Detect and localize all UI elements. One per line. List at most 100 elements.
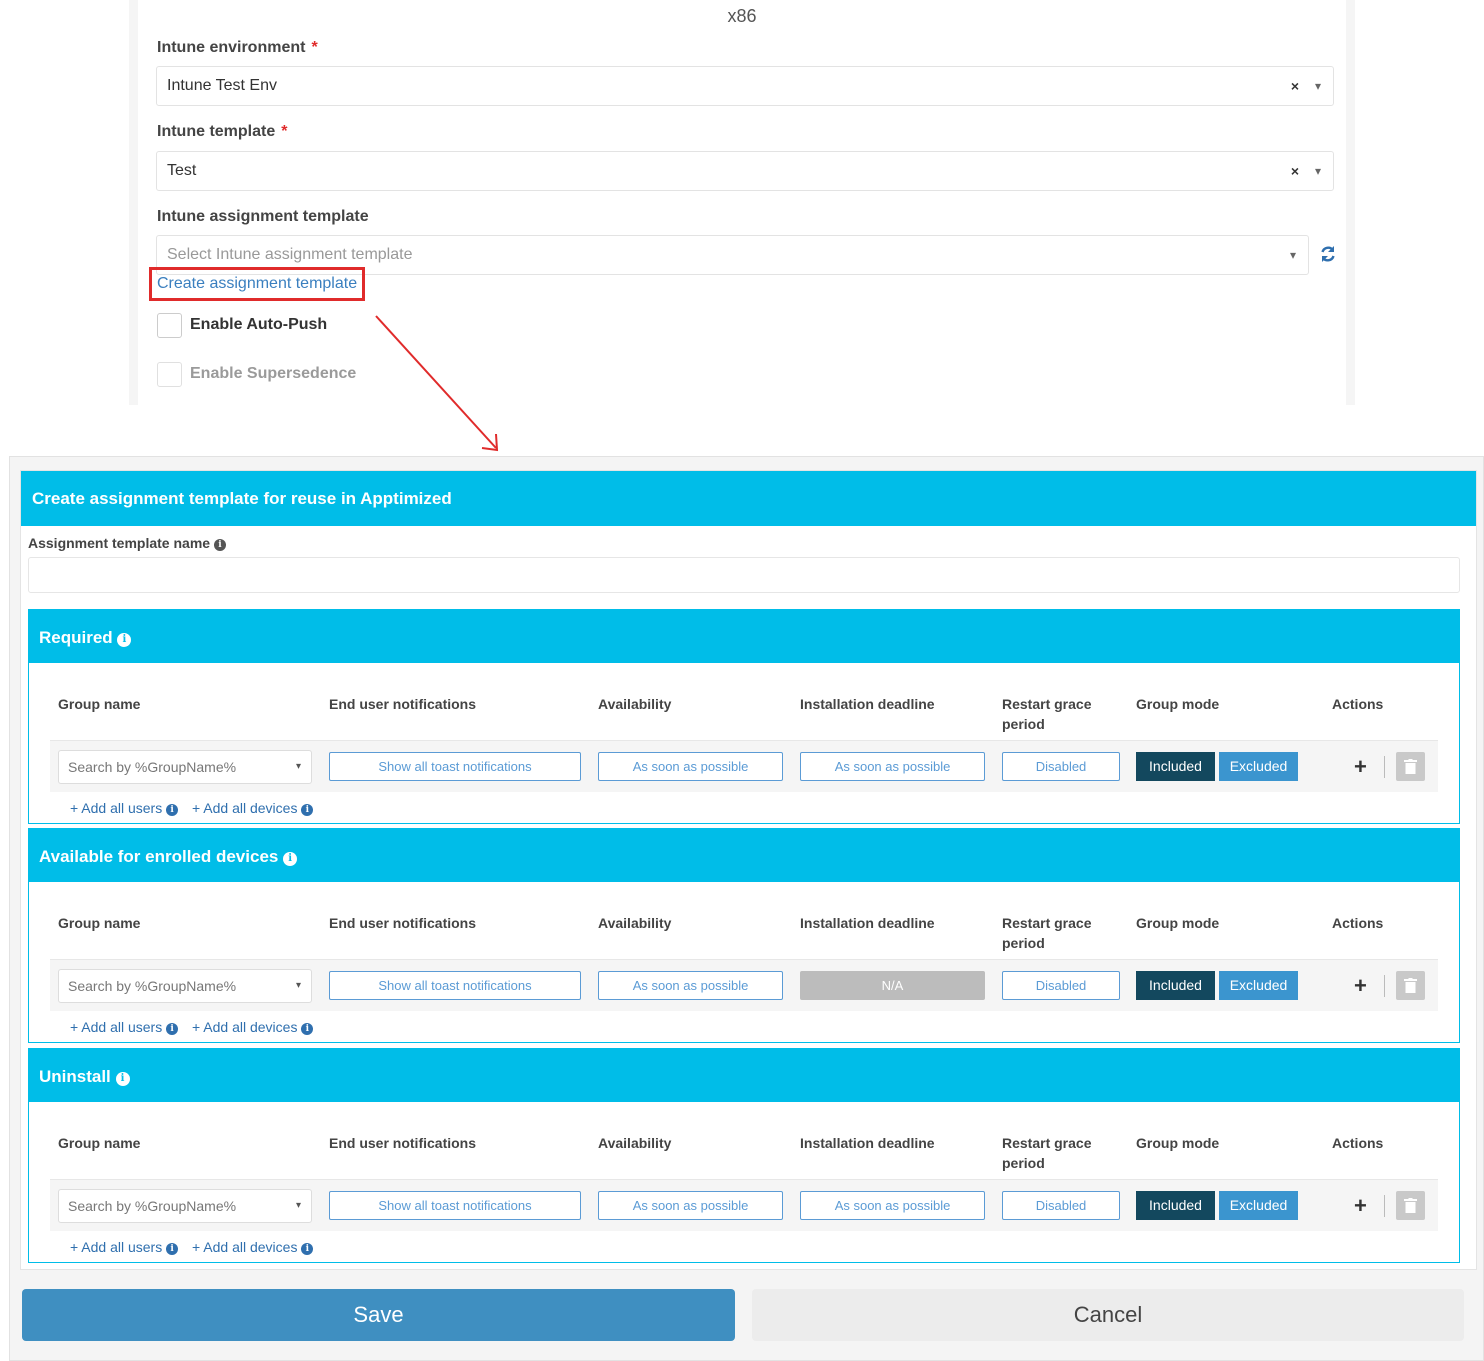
plus-icon[interactable]: + <box>1354 1191 1367 1220</box>
add-all-users-link[interactable]: + Add all users i <box>70 800 179 816</box>
required-marker: * <box>281 123 288 140</box>
cancel-button[interactable]: Cancel <box>752 1289 1464 1341</box>
info-icon[interactable]: i <box>301 1023 314 1035</box>
add-all-users-link[interactable]: + Add all users i <box>70 1239 179 1255</box>
restart-grace-button[interactable]: Disabled <box>1002 752 1120 781</box>
col-restart: Restart grace period <box>1002 915 1092 951</box>
col-notifications: End user notifications <box>329 696 477 712</box>
add-all-devices-text: + Add all devices <box>192 1239 298 1255</box>
env-select-value: Intune Test Env <box>167 77 277 94</box>
plus-icon[interactable]: + <box>1354 971 1367 1000</box>
top-form-panel: x86 Intune environment * Intune Test Env … <box>129 0 1355 405</box>
add-all-users-text: + Add all users <box>70 800 163 816</box>
restart-grace-button[interactable]: Disabled <box>1002 1191 1120 1220</box>
assignment-section: Available for enrolled devices i Group n… <box>28 828 1460 1043</box>
template-name-input[interactable] <box>28 557 1460 593</box>
included-button[interactable]: Included <box>1136 752 1215 781</box>
excluded-button[interactable]: Excluded <box>1219 971 1298 1000</box>
chevron-down-icon[interactable]: ▾ <box>296 970 301 1002</box>
info-icon[interactable]: i <box>301 1243 314 1255</box>
plus-icon[interactable]: + <box>1354 752 1367 781</box>
excluded-button[interactable]: Excluded <box>1219 752 1298 781</box>
dialog-title: Create assignment template for reuse in … <box>21 471 1476 526</box>
group-search-placeholder: Search by %GroupName% <box>68 1198 237 1214</box>
section-title: Available for enrolled devices i <box>29 829 1459 882</box>
info-icon[interactable]: i <box>115 1072 130 1086</box>
assignment-template-label: Intune assignment template <box>157 208 369 225</box>
excluded-button[interactable]: Excluded <box>1219 1191 1298 1220</box>
info-icon[interactable]: i <box>166 1243 179 1255</box>
add-all-devices-link[interactable]: + Add all devices i <box>192 1239 314 1255</box>
included-button[interactable]: Included <box>1136 1191 1215 1220</box>
deadline-button[interactable]: As soon as possible <box>800 752 985 781</box>
col-group-name: Group name <box>58 915 141 931</box>
col-actions: Actions <box>1332 1135 1384 1151</box>
info-icon[interactable]: i <box>213 539 226 551</box>
col-notifications: End user notifications <box>329 1135 477 1151</box>
col-availability: Availability <box>598 1135 672 1151</box>
template-name-label-text: Assignment template name <box>28 535 211 551</box>
info-icon[interactable]: i <box>166 804 179 816</box>
col-group-mode: Group mode <box>1136 1135 1220 1151</box>
delete-button[interactable] <box>1396 752 1425 781</box>
chevron-down-icon[interactable]: ▾ <box>1290 236 1296 274</box>
col-actions: Actions <box>1332 696 1384 712</box>
arrow-annotation <box>375 315 499 452</box>
supersedence-checkbox <box>157 362 182 387</box>
availability-button[interactable]: As soon as possible <box>598 752 783 781</box>
template-select[interactable]: Test × ▾ <box>156 151 1334 191</box>
restart-grace-button[interactable]: Disabled <box>1002 971 1120 1000</box>
env-select[interactable]: Intune Test Env × ▾ <box>156 66 1334 106</box>
refresh-icon[interactable] <box>1318 244 1338 264</box>
col-group-name: Group name <box>58 696 141 712</box>
notifications-button[interactable]: Show all toast notifications <box>329 971 581 1000</box>
group-search-select[interactable]: Search by %GroupName% ▾ <box>58 750 312 784</box>
chevron-down-icon[interactable]: ▾ <box>1315 152 1321 190</box>
env-label: Intune environment * <box>157 39 318 57</box>
chevron-down-icon[interactable]: ▾ <box>296 751 301 783</box>
trash-icon <box>1404 1198 1417 1213</box>
delete-button[interactable] <box>1396 971 1425 1000</box>
info-icon[interactable]: i <box>283 852 298 866</box>
assignment-template-dialog: Create assignment template for reuse in … <box>9 456 1484 1361</box>
group-search-select[interactable]: Search by %GroupName% ▾ <box>58 969 312 1003</box>
chevron-down-icon[interactable]: ▾ <box>1315 67 1321 105</box>
clear-icon[interactable]: × <box>1291 67 1299 105</box>
info-icon[interactable]: i <box>166 1023 179 1035</box>
template-label: Intune template * <box>157 123 287 141</box>
add-all-users-link[interactable]: + Add all users i <box>70 1019 179 1035</box>
group-search-select[interactable]: Search by %GroupName% ▾ <box>58 1189 312 1223</box>
required-marker: * <box>311 39 318 56</box>
delete-button[interactable] <box>1396 1191 1425 1220</box>
info-icon[interactable]: i <box>117 633 132 647</box>
assignment-section: Uninstall i Group name End user notifica… <box>28 1048 1460 1263</box>
add-all-devices-text: + Add all devices <box>192 800 298 816</box>
col-group-mode: Group mode <box>1136 696 1220 712</box>
included-button[interactable]: Included <box>1136 971 1215 1000</box>
supersedence-label: Enable Supersedence <box>190 365 357 382</box>
availability-button[interactable]: As soon as possible <box>598 971 783 1000</box>
notifications-button[interactable]: Show all toast notifications <box>329 1191 581 1220</box>
notifications-button[interactable]: Show all toast notifications <box>329 752 581 781</box>
actions-divider <box>1384 975 1385 997</box>
auto-push-label: Enable Auto-Push <box>190 316 328 333</box>
add-all-devices-link[interactable]: + Add all devices i <box>192 800 314 816</box>
deadline-button[interactable]: As soon as possible <box>800 1191 985 1220</box>
create-assignment-template-link[interactable]: Create assignment template <box>149 267 366 301</box>
add-all-users-text: + Add all users <box>70 1239 163 1255</box>
col-restart: Restart grace period <box>1002 1135 1092 1171</box>
trash-icon <box>1404 759 1417 774</box>
add-all-devices-link[interactable]: + Add all devices i <box>192 1019 314 1035</box>
save-button[interactable]: Save <box>22 1289 735 1341</box>
availability-button[interactable]: As soon as possible <box>598 1191 783 1220</box>
chevron-down-icon[interactable]: ▾ <box>296 1190 301 1222</box>
deadline-button: N/A <box>800 971 985 1000</box>
clear-icon[interactable]: × <box>1291 152 1299 190</box>
trash-icon <box>1404 978 1417 993</box>
assignment-template-placeholder: Select Intune assignment template <box>167 246 413 263</box>
auto-push-checkbox[interactable] <box>157 313 182 338</box>
info-icon[interactable]: i <box>301 804 314 816</box>
group-search-placeholder: Search by %GroupName% <box>68 978 237 994</box>
col-deadline: Installation deadline <box>800 1135 935 1151</box>
dialog-body: Create assignment template for reuse in … <box>20 470 1477 1270</box>
